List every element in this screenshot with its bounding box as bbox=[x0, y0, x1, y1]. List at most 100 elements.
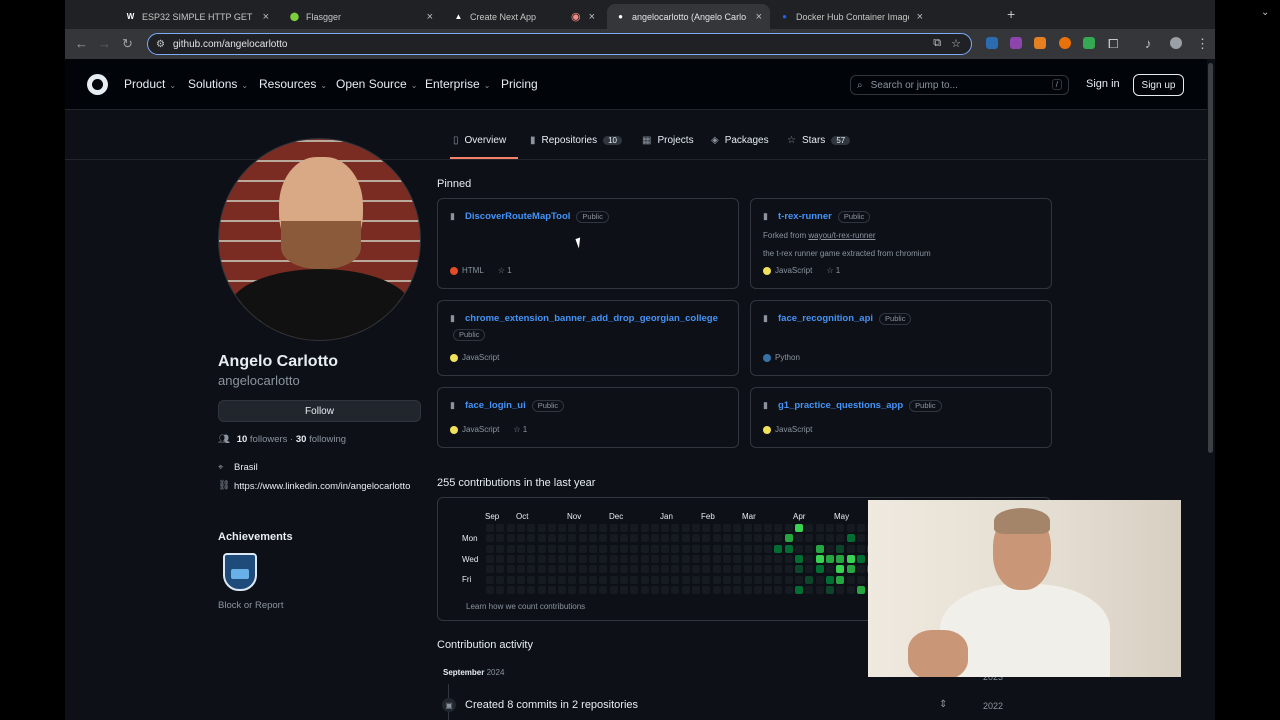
contribution-cell[interactable] bbox=[589, 544, 597, 553]
contribution-cell[interactable] bbox=[856, 575, 865, 584]
contribution-cell[interactable] bbox=[619, 544, 628, 553]
contribution-cell[interactable] bbox=[764, 554, 773, 563]
nav-product[interactable]: Product ⌄ bbox=[124, 77, 176, 91]
extension-fox-icon[interactable] bbox=[1034, 37, 1046, 49]
contribution-cell[interactable] bbox=[743, 565, 752, 574]
close-tab-icon[interactable]: × bbox=[756, 11, 762, 23]
contribution-cell[interactable] bbox=[795, 524, 803, 532]
contribution-cell[interactable] bbox=[599, 554, 608, 563]
contribution-cell[interactable] bbox=[743, 524, 752, 532]
contribution-cell[interactable] bbox=[630, 544, 639, 553]
back-arrow-icon[interactable]: ← bbox=[75, 37, 88, 51]
contribution-cell[interactable] bbox=[640, 544, 649, 553]
star-icon[interactable]: ☆ 1 bbox=[826, 266, 840, 275]
contribution-cell[interactable] bbox=[661, 554, 670, 563]
forked-from-link[interactable]: wayou/t-rex-runner bbox=[808, 231, 875, 240]
contribution-cell[interactable] bbox=[722, 565, 731, 574]
contribution-cell[interactable] bbox=[661, 585, 670, 594]
contribution-cell[interactable] bbox=[743, 544, 752, 553]
repo-link[interactable]: face_recognition_api Public bbox=[778, 313, 912, 325]
contribution-cell[interactable] bbox=[589, 524, 597, 532]
nav-pricing[interactable]: Pricing bbox=[501, 77, 538, 91]
tab-repositories[interactable]: ▮ Repositories 10 bbox=[530, 135, 623, 146]
learn-contributions-link[interactable]: Learn how we count contributions bbox=[466, 602, 585, 611]
contribution-cell[interactable] bbox=[856, 554, 865, 563]
contribution-cell[interactable] bbox=[671, 585, 680, 594]
contribution-cell[interactable] bbox=[650, 575, 659, 584]
contribution-cell[interactable] bbox=[681, 554, 690, 563]
contribution-cell[interactable] bbox=[640, 585, 649, 594]
followers-count[interactable]: 10 bbox=[237, 434, 248, 445]
contribution-cell[interactable] bbox=[764, 565, 773, 574]
contribution-cell[interactable] bbox=[609, 585, 618, 594]
contribution-cell[interactable] bbox=[815, 524, 824, 532]
contribution-cell[interactable] bbox=[496, 585, 505, 594]
extensions-puzzle-icon[interactable]: ⧠ bbox=[1108, 37, 1118, 51]
contribution-cell[interactable] bbox=[640, 524, 649, 532]
contribution-cell[interactable] bbox=[774, 575, 783, 584]
contribution-cell[interactable] bbox=[795, 565, 803, 574]
contribution-cell[interactable] bbox=[650, 524, 659, 532]
contribution-cell[interactable] bbox=[547, 565, 556, 574]
contribution-cell[interactable] bbox=[753, 575, 762, 584]
contribution-cell[interactable] bbox=[640, 565, 649, 574]
contribution-cell[interactable] bbox=[558, 585, 567, 594]
contribution-cell[interactable] bbox=[722, 544, 731, 553]
contribution-cell[interactable] bbox=[774, 585, 783, 594]
contribution-cell[interactable] bbox=[671, 544, 680, 553]
tab-projects[interactable]: ▦ Projects bbox=[642, 135, 694, 146]
contribution-cell[interactable] bbox=[774, 534, 783, 543]
contribution-cell[interactable] bbox=[589, 585, 597, 594]
contribution-cell[interactable] bbox=[496, 544, 505, 553]
contribution-cell[interactable] bbox=[630, 585, 639, 594]
contribution-cell[interactable] bbox=[516, 534, 525, 543]
contribution-cell[interactable] bbox=[836, 565, 845, 574]
contribution-cell[interactable] bbox=[537, 554, 546, 563]
contribution-cell[interactable] bbox=[743, 534, 752, 543]
contribution-cell[interactable] bbox=[692, 544, 700, 553]
contribution-cell[interactable] bbox=[671, 524, 680, 532]
contribution-cell[interactable] bbox=[681, 534, 690, 543]
contribution-cell[interactable] bbox=[547, 544, 556, 553]
contribution-cell[interactable] bbox=[609, 565, 618, 574]
nav-resources[interactable]: Resources ⌄ bbox=[259, 77, 327, 91]
contribution-cell[interactable] bbox=[527, 554, 536, 563]
contribution-cell[interactable] bbox=[681, 575, 690, 584]
contribution-cell[interactable] bbox=[527, 544, 536, 553]
contribution-cell[interactable] bbox=[619, 524, 628, 532]
contribution-cell[interactable] bbox=[712, 565, 721, 574]
scrollbar-thumb[interactable] bbox=[1208, 63, 1213, 453]
contribution-cell[interactable] bbox=[846, 565, 855, 574]
contribution-cell[interactable] bbox=[486, 565, 494, 574]
contribution-cell[interactable] bbox=[609, 544, 618, 553]
contribution-cell[interactable] bbox=[516, 565, 525, 574]
contribution-cell[interactable] bbox=[578, 544, 587, 553]
contribution-cell[interactable] bbox=[589, 554, 597, 563]
contribution-cell[interactable] bbox=[661, 565, 670, 574]
contribution-cell[interactable] bbox=[527, 575, 536, 584]
extension-orange-icon[interactable] bbox=[1059, 37, 1071, 49]
contribution-cell[interactable] bbox=[558, 565, 567, 574]
contribution-cell[interactable] bbox=[805, 585, 814, 594]
following-label[interactable]: following bbox=[309, 434, 346, 445]
contribution-cell[interactable] bbox=[784, 554, 793, 563]
contribution-cell[interactable] bbox=[609, 554, 618, 563]
contribution-cell[interactable] bbox=[825, 524, 834, 532]
tab-search-chevron-icon[interactable]: ⌄ bbox=[1261, 7, 1269, 18]
media-controls-icon[interactable]: ♪ bbox=[1145, 37, 1152, 51]
contribution-cell[interactable] bbox=[506, 585, 515, 594]
contribution-cell[interactable] bbox=[805, 544, 814, 553]
profile-link[interactable]: https://www.linkedin.com/in/angelocarlot… bbox=[234, 480, 424, 493]
contribution-cell[interactable] bbox=[527, 585, 536, 594]
contribution-cell[interactable] bbox=[692, 554, 700, 563]
page-scrollbar[interactable] bbox=[1207, 59, 1215, 720]
contribution-cell[interactable] bbox=[681, 524, 690, 532]
contribution-cell[interactable] bbox=[630, 554, 639, 563]
expand-collapse-icon[interactable]: ⇕ bbox=[939, 699, 947, 710]
sign-in-link[interactable]: Sign in bbox=[1086, 78, 1120, 90]
contribution-cell[interactable] bbox=[661, 534, 670, 543]
contribution-cell[interactable] bbox=[547, 554, 556, 563]
bookmark-star-icon[interactable]: ☆ bbox=[951, 37, 961, 50]
contribution-cell[interactable] bbox=[650, 554, 659, 563]
contribution-cell[interactable] bbox=[661, 544, 670, 553]
